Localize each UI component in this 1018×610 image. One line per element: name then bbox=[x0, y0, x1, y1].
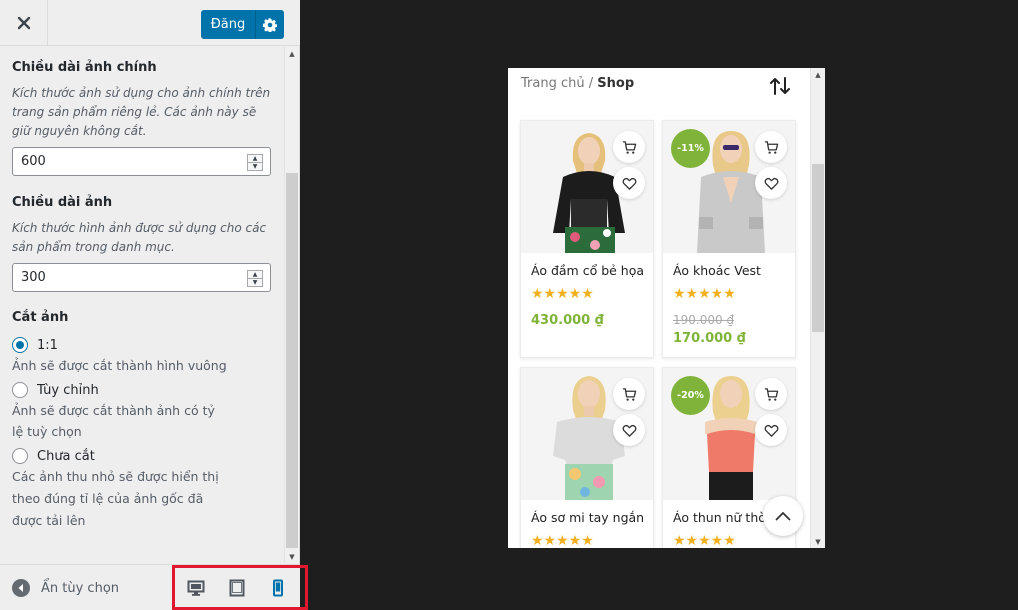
breadcrumb-home[interactable]: Trang chủ bbox=[521, 76, 585, 91]
device-desktop-button[interactable] bbox=[175, 568, 216, 607]
scroll-up-icon[interactable]: ▲ bbox=[811, 68, 825, 81]
rating-stars-icon: ★★★★★ bbox=[673, 286, 736, 302]
crop-option-description: Ảnh sẽ được cắt thành hình vuông bbox=[12, 358, 227, 373]
product-name[interactable]: Áo đầm cổ bẻ họa bbox=[531, 263, 649, 278]
product-card[interactable]: -11% Áo khoác Vest ★★★★★ 190.000 ₫ 170.0… bbox=[662, 120, 796, 358]
add-to-cart-button[interactable] bbox=[755, 378, 787, 410]
radio-uncropped[interactable] bbox=[12, 448, 28, 464]
scrollbar-thumb[interactable] bbox=[812, 164, 824, 332]
spinner-up-icon[interactable]: ▲ bbox=[248, 271, 262, 278]
main-image-size-input[interactable] bbox=[13, 148, 233, 175]
panel-footer: Ẩn tùy chọn bbox=[0, 564, 308, 610]
wishlist-button[interactable] bbox=[613, 414, 645, 446]
product-name[interactable]: Áo khoác Vest bbox=[673, 263, 791, 278]
scroll-down-icon[interactable]: ▼ bbox=[811, 535, 825, 548]
scroll-up-icon[interactable]: ▲ bbox=[285, 47, 299, 60]
radio-label: 1:1 bbox=[37, 337, 58, 353]
discount-badge: -20% bbox=[671, 376, 710, 415]
heart-icon bbox=[764, 424, 778, 437]
gear-icon bbox=[263, 17, 277, 32]
cart-icon bbox=[764, 140, 778, 154]
heart-icon bbox=[622, 177, 636, 190]
cart-icon bbox=[764, 387, 778, 401]
crop-option-uncropped[interactable]: Chưa cắt bbox=[12, 448, 272, 464]
product-price: 430.000 ₫ bbox=[531, 313, 604, 328]
cart-icon bbox=[622, 387, 636, 401]
preview-scrollbar[interactable]: ▲ ▼ bbox=[810, 68, 825, 548]
collapse-sidebar-button[interactable]: Ẩn tùy chọn bbox=[12, 579, 119, 597]
collapse-label: Ẩn tùy chọn bbox=[41, 580, 120, 596]
add-to-cart-button[interactable] bbox=[613, 131, 645, 163]
rating-stars-icon: ★★★★★ bbox=[531, 533, 594, 548]
radio-label: Tùy chỉnh bbox=[37, 382, 99, 398]
customizer-panel: Đăng Chiều dài ảnh chính Kích thước ảnh … bbox=[0, 0, 308, 610]
radio-custom[interactable] bbox=[12, 382, 28, 398]
cart-icon bbox=[622, 140, 636, 154]
close-icon bbox=[17, 16, 30, 30]
spinner-down-icon[interactable]: ▼ bbox=[248, 278, 262, 286]
wishlist-button[interactable] bbox=[755, 167, 787, 199]
product-price: 170.000 ₫ bbox=[673, 331, 746, 346]
breadcrumb: Trang chủ / Shop bbox=[521, 76, 634, 91]
spinner-up-icon[interactable]: ▲ bbox=[248, 155, 262, 162]
settings-scroll-area: Chiều dài ảnh chính Kích thước ảnh sử dụ… bbox=[0, 47, 284, 563]
crop-option-custom[interactable]: Tùy chỉnh bbox=[12, 382, 272, 398]
close-button[interactable] bbox=[0, 0, 48, 46]
add-to-cart-button[interactable] bbox=[755, 131, 787, 163]
back-to-top-button[interactable] bbox=[763, 496, 803, 536]
desktop-icon bbox=[187, 580, 204, 596]
radio-label: Chưa cắt bbox=[37, 448, 95, 464]
tablet-icon bbox=[229, 579, 244, 596]
main-image-size-field: ▲ ▼ bbox=[12, 147, 271, 176]
rating-stars-icon: ★★★★★ bbox=[673, 533, 736, 548]
rating-stars-icon: ★★★★★ bbox=[531, 286, 594, 302]
heart-icon bbox=[764, 177, 778, 190]
panel-scrollbar[interactable]: ▲ ▼ bbox=[284, 47, 299, 563]
radio-square[interactable] bbox=[12, 337, 28, 353]
device-switcher bbox=[172, 565, 308, 610]
device-tablet-button[interactable] bbox=[216, 568, 257, 607]
crop-option-square[interactable]: 1:1 bbox=[12, 337, 272, 353]
wishlist-button[interactable] bbox=[613, 167, 645, 199]
panel-header: Đăng bbox=[0, 0, 300, 46]
main-image-size-description: Kích thước ảnh sử dụng cho ảnh chính trê… bbox=[12, 86, 271, 138]
crop-option-description: Ảnh sẽ được cắt thành ảnh có tỷ lệ tuỳ c… bbox=[12, 403, 215, 439]
collapse-arrow-icon bbox=[12, 579, 30, 597]
spinner-down-icon[interactable]: ▼ bbox=[248, 162, 262, 170]
site-preview: Trang chủ / Shop Áo đầm cổ bẻ họa ★★★★★ … bbox=[508, 68, 825, 548]
mobile-icon bbox=[272, 579, 283, 596]
heart-icon bbox=[622, 424, 636, 437]
product-name[interactable]: Áo sơ mi tay ngắn bbox=[531, 510, 649, 525]
scroll-down-icon[interactable]: ▼ bbox=[285, 550, 299, 563]
crop-option-description: Các ảnh thu nhỏ sẽ được hiển thị theo đú… bbox=[12, 469, 219, 528]
breadcrumb-current: Shop bbox=[597, 76, 635, 91]
thumb-image-size-description: Kích thước hình ảnh được sử dụng cho các… bbox=[12, 221, 267, 254]
product-old-price: 190.000 ₫ bbox=[673, 313, 735, 327]
add-to-cart-button[interactable] bbox=[613, 378, 645, 410]
main-image-size-spinner[interactable]: ▲ ▼ bbox=[247, 154, 263, 171]
crop-title: Cắt ảnh bbox=[12, 310, 69, 325]
thumb-image-size-field: ▲ ▼ bbox=[12, 263, 271, 292]
sort-icon[interactable] bbox=[769, 77, 791, 95]
thumb-image-size-spinner[interactable]: ▲ ▼ bbox=[247, 270, 263, 287]
product-card[interactable]: Áo đầm cổ bẻ họa ★★★★★ 430.000 ₫ bbox=[520, 120, 654, 358]
scrollbar-thumb[interactable] bbox=[286, 173, 298, 548]
chevron-up-icon bbox=[775, 512, 791, 521]
breadcrumb-separator: / bbox=[588, 76, 594, 91]
discount-badge: -11% bbox=[671, 129, 710, 168]
wishlist-button[interactable] bbox=[755, 414, 787, 446]
main-image-size-title: Chiều dài ảnh chính bbox=[12, 60, 157, 75]
thumb-image-size-input[interactable] bbox=[13, 264, 233, 291]
publish-button[interactable]: Đăng bbox=[201, 10, 255, 39]
publish-group: Đăng bbox=[201, 10, 284, 39]
device-mobile-button[interactable] bbox=[257, 568, 298, 607]
thumb-image-size-title: Chiều dài ảnh bbox=[12, 195, 113, 210]
publish-settings-button[interactable] bbox=[255, 10, 284, 39]
product-card[interactable]: Áo sơ mi tay ngắn ★★★★★ bbox=[520, 367, 654, 548]
